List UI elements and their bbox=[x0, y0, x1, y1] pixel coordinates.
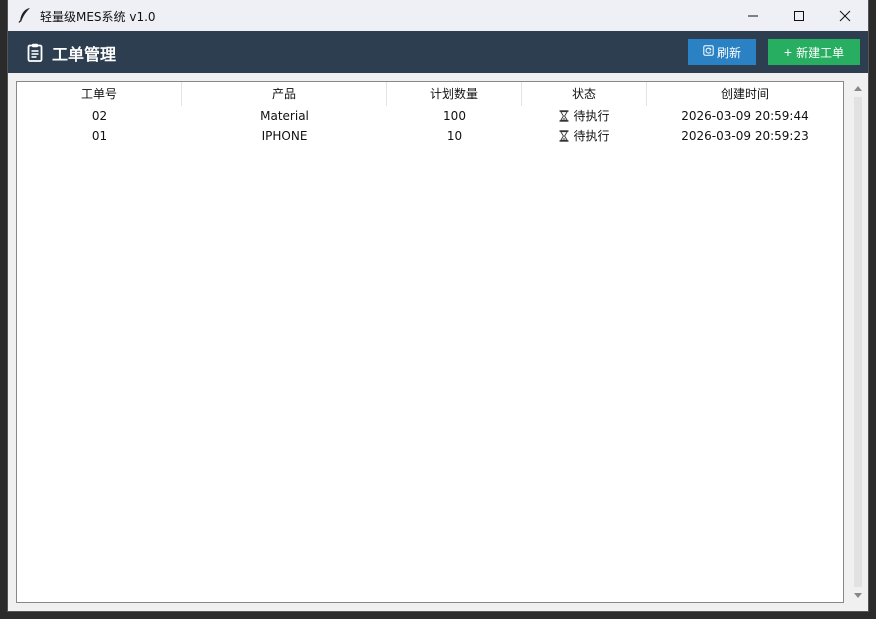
cell-order-id: 01 bbox=[91, 129, 108, 143]
column-header-created-time[interactable]: 创建时间 bbox=[647, 82, 843, 106]
cell-quantity: 100 bbox=[443, 109, 466, 123]
table-header: 工单号 产品 计划数量 状态 创建时间 bbox=[17, 82, 843, 106]
cell-created-time: 2026-03-09 20:59:44 bbox=[681, 109, 809, 123]
new-work-order-button[interactable]: + 新建工单 bbox=[768, 39, 860, 65]
close-icon bbox=[839, 10, 851, 21]
minimize-icon bbox=[748, 15, 758, 16]
title-bar[interactable]: 轻量级MES系统 v1.0 bbox=[8, 0, 868, 31]
clipboard-icon bbox=[27, 43, 43, 62]
refresh-label: 刷新 bbox=[716, 45, 741, 60]
new-work-order-label: 新建工单 bbox=[796, 45, 845, 60]
scroll-up-arrow-icon[interactable] bbox=[854, 85, 862, 92]
window-title: 轻量级MES系统 v1.0 bbox=[40, 10, 156, 24]
plus-icon: + bbox=[783, 44, 793, 60]
work-order-table[interactable]: 工单号 产品 计划数量 状态 创建时间 02 Material 100 待执行 … bbox=[16, 81, 844, 603]
column-header-order-id[interactable]: 工单号 bbox=[17, 82, 182, 106]
column-header-quantity[interactable]: 计划数量 bbox=[387, 82, 522, 106]
status-text: 待执行 bbox=[573, 129, 610, 143]
column-header-product[interactable]: 产品 bbox=[182, 82, 387, 106]
column-header-status[interactable]: 状态 bbox=[522, 82, 647, 106]
scroll-track[interactable] bbox=[854, 97, 862, 587]
refresh-icon bbox=[703, 45, 714, 59]
cell-status: 待执行 bbox=[522, 126, 647, 146]
maximize-button[interactable] bbox=[776, 0, 822, 31]
table-row[interactable]: 01 IPHONE 10 待执行 2026-03-09 20:59:23 bbox=[17, 126, 843, 146]
cell-quantity: 10 bbox=[446, 129, 463, 143]
maximize-icon bbox=[794, 10, 804, 21]
cell-status: 待执行 bbox=[522, 106, 647, 126]
close-button[interactable] bbox=[822, 0, 868, 31]
hourglass-icon bbox=[559, 108, 569, 128]
cell-product: Material bbox=[260, 109, 309, 123]
scroll-down-arrow-icon[interactable] bbox=[854, 592, 862, 599]
status-text: 待执行 bbox=[573, 109, 610, 123]
cell-product: IPHONE bbox=[261, 129, 308, 143]
app-window: 轻量级MES系统 v1.0 工单管理 刷新 + 新建工单 工单号 产品 计划数量… bbox=[8, 0, 868, 611]
refresh-button[interactable]: 刷新 bbox=[688, 39, 756, 65]
minimize-button[interactable] bbox=[730, 0, 776, 31]
page-title: 工单管理 bbox=[52, 45, 117, 64]
page-header: 工单管理 刷新 + 新建工单 bbox=[8, 31, 868, 73]
cell-created-time: 2026-03-09 20:59:23 bbox=[681, 129, 809, 143]
hourglass-icon bbox=[559, 128, 569, 148]
table-row[interactable]: 02 Material 100 待执行 2026-03-09 20:59:44 bbox=[17, 106, 843, 126]
vertical-scrollbar[interactable] bbox=[851, 81, 865, 603]
feather-icon bbox=[18, 7, 32, 23]
content-area: 工单号 产品 计划数量 状态 创建时间 02 Material 100 待执行 … bbox=[8, 73, 868, 611]
cell-order-id: 02 bbox=[91, 109, 108, 123]
